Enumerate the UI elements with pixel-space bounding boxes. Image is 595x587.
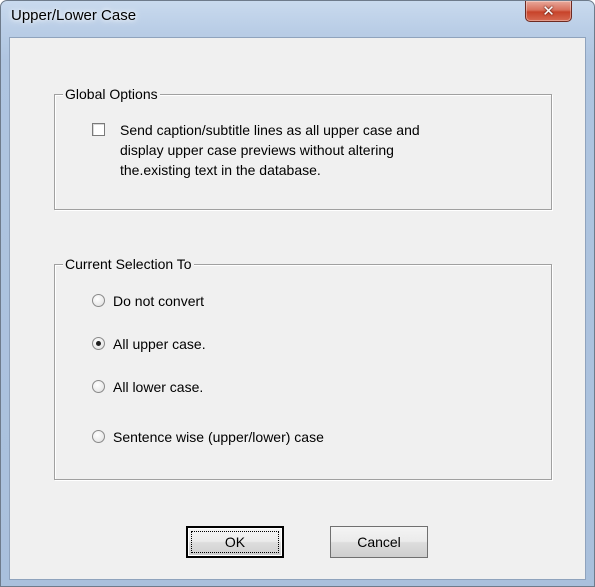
uppercase-send-label-line1[interactable]: Send caption/subtitle lines as all upper…: [120, 121, 420, 139]
uppercase-send-label-line3[interactable]: the.existing text in the database.: [120, 161, 321, 179]
radio-all-upper-case[interactable]: [92, 337, 105, 350]
uppercase-send-checkbox[interactable]: [92, 123, 105, 136]
radio-do-not-convert-label[interactable]: Do not convert: [113, 292, 204, 310]
dialog-title: Upper/Lower Case: [11, 7, 137, 24]
cancel-button[interactable]: Cancel: [330, 526, 428, 558]
global-options-legend: Global Options: [63, 86, 160, 102]
ok-button-label: OK: [224, 534, 246, 550]
radio-all-lower-case-label[interactable]: All lower case.: [113, 378, 203, 396]
radio-sentence-case[interactable]: [92, 430, 105, 443]
radio-selected-dot: [96, 341, 101, 346]
title-bar[interactable]: Upper/Lower Case ✕: [1, 1, 594, 37]
cancel-button-label: Cancel: [357, 534, 401, 550]
radio-sentence-case-label[interactable]: Sentence wise (upper/lower) case: [113, 428, 324, 446]
dialog-window: Upper/Lower Case ✕ Global Options Send c…: [0, 0, 595, 587]
uppercase-send-label-line2[interactable]: display upper case previews without alte…: [120, 141, 394, 159]
ok-button[interactable]: OK: [186, 526, 284, 558]
radio-all-upper-case-label[interactable]: All upper case.: [113, 335, 206, 353]
ok-focus-rect: OK: [191, 531, 279, 553]
close-icon: ✕: [542, 2, 555, 20]
radio-all-lower-case[interactable]: [92, 380, 105, 393]
current-selection-legend: Current Selection To: [63, 256, 194, 272]
close-button[interactable]: ✕: [525, 1, 572, 22]
dialog-body: Global Options Send caption/subtitle lin…: [9, 37, 586, 580]
radio-do-not-convert[interactable]: [92, 294, 105, 307]
